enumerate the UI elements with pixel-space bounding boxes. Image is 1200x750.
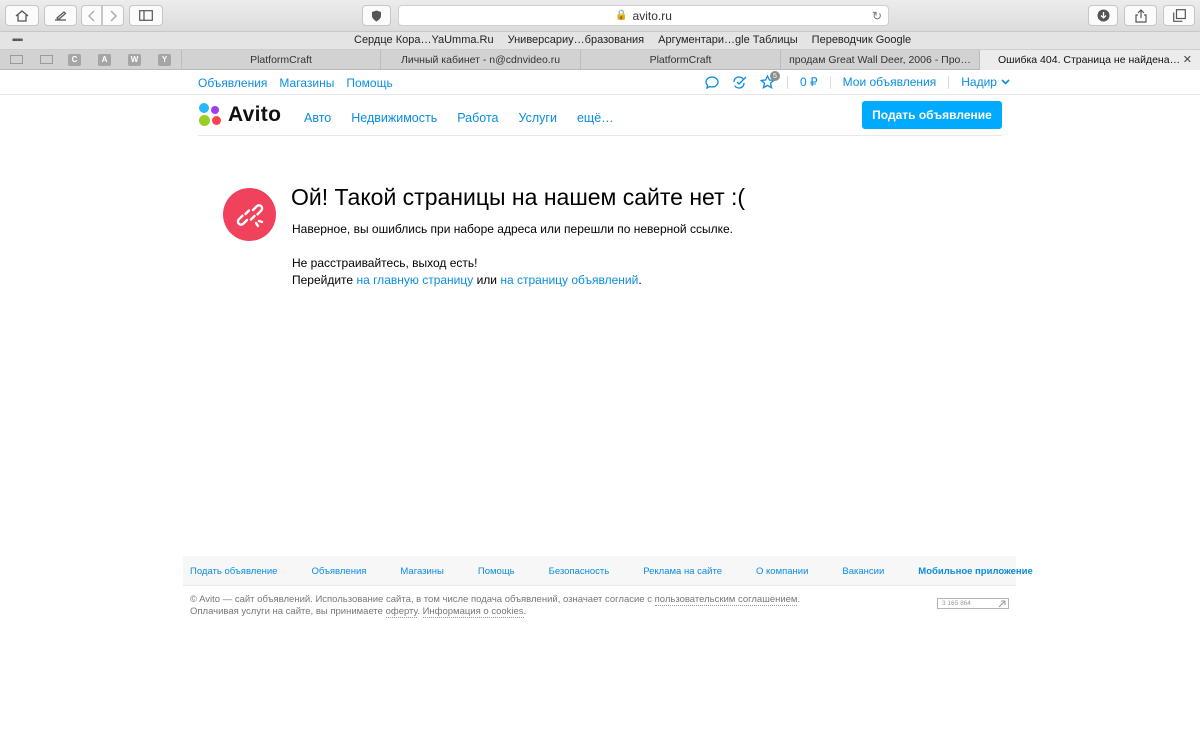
favorite-item[interactable]: Универсариу…бразования xyxy=(508,34,645,46)
favorite-item[interactable]: Переводчик Google xyxy=(812,34,912,46)
footer-link-mobile-app[interactable]: Мобильное приложение xyxy=(918,566,1033,577)
divider xyxy=(948,75,950,89)
category-services[interactable]: Услуги xyxy=(519,111,557,125)
footer-link[interactable]: Вакансии xyxy=(842,566,884,577)
pinned-tab-mail[interactable] xyxy=(8,52,25,67)
footer-link[interactable]: Подать объявление xyxy=(190,566,277,577)
nav-link-help[interactable]: Помощь xyxy=(346,76,392,90)
ads-page-link[interactable]: на страницу объявлений xyxy=(500,273,638,287)
category-more[interactable]: ещё… xyxy=(577,111,614,125)
messages-icon[interactable] xyxy=(703,74,720,90)
download-icon xyxy=(1097,9,1109,22)
chevron-down-icon xyxy=(1001,79,1010,85)
broken-link-icon xyxy=(223,188,276,241)
home-page-link[interactable]: на главную страницу xyxy=(356,273,473,287)
share-icon xyxy=(1134,8,1147,23)
divider xyxy=(829,75,831,89)
footer-link[interactable]: Безопасность xyxy=(549,566,610,577)
pinned-tab[interactable]: Y xyxy=(156,52,173,67)
sidebar-button[interactable] xyxy=(129,5,163,26)
tabs-overview-button[interactable] xyxy=(1163,5,1195,26)
footer-link[interactable]: Магазины xyxy=(400,566,443,577)
category-auto[interactable]: Авто xyxy=(304,111,331,125)
favorites-star-icon[interactable]: 5 xyxy=(759,71,780,90)
footer-copyright: © Avito — сайт объявлений. Использование… xyxy=(190,594,801,618)
tabs-icon xyxy=(1172,9,1186,22)
footer-links-bar: Подать объявление Объявления Магазины По… xyxy=(183,556,1033,586)
error-reassurance: Не расстраивайтесь, выход есть! xyxy=(292,256,478,270)
shield-icon xyxy=(372,10,381,21)
footer-link[interactable]: Реклама на сайте xyxy=(643,566,722,577)
favorites-count-badge: 5 xyxy=(770,71,780,81)
footer-link[interactable]: Помощь xyxy=(478,566,515,577)
mail-icon xyxy=(40,55,53,64)
browser-tab[interactable]: продам Great Wall Deer, 2006 - Про… xyxy=(780,50,979,70)
favorite-item[interactable]: Сердце Кора…YaUmma.Ru xyxy=(354,34,494,46)
tab-bar: C A W Y PlatformCraft Личный кабинет - n… xyxy=(0,50,1200,70)
avito-header: Avito Авто Недвижимость Работа Услуги ещ… xyxy=(198,96,1002,136)
pinned-tab[interactable]: A xyxy=(96,52,113,67)
pen-icon xyxy=(55,10,67,21)
forward-button[interactable] xyxy=(102,5,124,26)
home-button[interactable] xyxy=(5,5,39,26)
url-text: avito.ru xyxy=(632,8,672,23)
my-ads-link[interactable]: Мои объявления xyxy=(843,75,937,89)
category-jobs[interactable]: Работа xyxy=(457,111,498,125)
page-title: Ой! Такой страницы на нашем сайте нет :( xyxy=(291,184,746,210)
privacy-button[interactable] xyxy=(362,5,391,26)
browser-toolbar: 🔒 avito.ru ↻ xyxy=(0,0,1200,32)
logo-dots-icon xyxy=(198,102,224,128)
offer-link[interactable]: оферту xyxy=(385,606,418,618)
browser-tab[interactable]: Личный кабинет - n@cdnvideo.ru xyxy=(380,50,580,70)
chevron-right-icon xyxy=(110,10,117,21)
user-menu[interactable]: Надир xyxy=(961,75,1010,89)
notes-button[interactable] xyxy=(44,5,77,26)
mail-icon xyxy=(10,55,23,64)
browser-tab[interactable]: PlatformCraft xyxy=(580,50,780,70)
downloads-button[interactable] xyxy=(1088,5,1118,26)
pinned-tab[interactable]: C xyxy=(66,52,83,67)
sidebar-icon xyxy=(139,10,153,21)
footer-link[interactable]: О компании xyxy=(756,566,808,577)
footer-link[interactable]: Объявления xyxy=(311,566,366,577)
error-suggestion: Перейдите на главную страницу или на стр… xyxy=(292,273,642,287)
grid-icon[interactable]: ▪▪▪▪ xyxy=(12,35,23,46)
error-description: Наверное, вы ошиблись при наборе адреса … xyxy=(292,222,733,236)
cookies-link[interactable]: Информация о cookies xyxy=(422,606,524,618)
reload-icon[interactable]: ↻ xyxy=(872,9,882,23)
pinned-tab[interactable]: W xyxy=(126,52,143,67)
chevron-left-icon xyxy=(87,10,94,21)
favorite-item[interactable]: Аргументари…gle Таблицы xyxy=(658,34,798,46)
nav-link-shops[interactable]: Магазины xyxy=(279,76,334,90)
wallet-link[interactable]: 0 ₽ xyxy=(800,75,818,89)
arrow-up-right-icon xyxy=(998,600,1006,608)
share-button[interactable] xyxy=(1124,5,1157,26)
lock-icon: 🔒 xyxy=(615,10,628,21)
divider xyxy=(787,75,788,89)
back-button[interactable] xyxy=(81,5,102,26)
browser-tab[interactable]: PlatformCraft xyxy=(181,50,380,70)
post-ad-button[interactable]: Подать объявление xyxy=(862,101,1002,129)
browser-tab-active[interactable]: Ошибка 404. Страница не найдена… ✕ xyxy=(979,50,1200,70)
user-name: Надир xyxy=(961,75,997,89)
nav-link-ads[interactable]: Объявления xyxy=(198,76,267,90)
category-nav: Авто Недвижимость Работа Услуги ещё… xyxy=(304,111,614,125)
home-icon xyxy=(15,9,29,22)
notifications-icon[interactable] xyxy=(731,74,748,90)
address-bar[interactable]: 🔒 avito.ru ↻ xyxy=(398,5,889,26)
avito-logo[interactable]: Avito xyxy=(198,102,281,128)
category-realty[interactable]: Недвижимость xyxy=(351,111,437,125)
favorites-bar: ▪▪▪▪ Сердце Кора…YaUmma.Ru Универсариу…б… xyxy=(0,32,1200,50)
visitor-counter[interactable]: 3 165 864 xyxy=(937,598,1009,609)
close-icon[interactable]: ✕ xyxy=(1183,53,1192,66)
logo-text: Avito xyxy=(228,103,282,126)
pinned-tab-mail[interactable] xyxy=(38,52,55,67)
avito-top-nav: Объявления Магазины Помощь 5 0 ₽ Мои объ… xyxy=(0,70,1200,95)
user-agreement-link[interactable]: пользовательским соглашением xyxy=(654,594,798,606)
